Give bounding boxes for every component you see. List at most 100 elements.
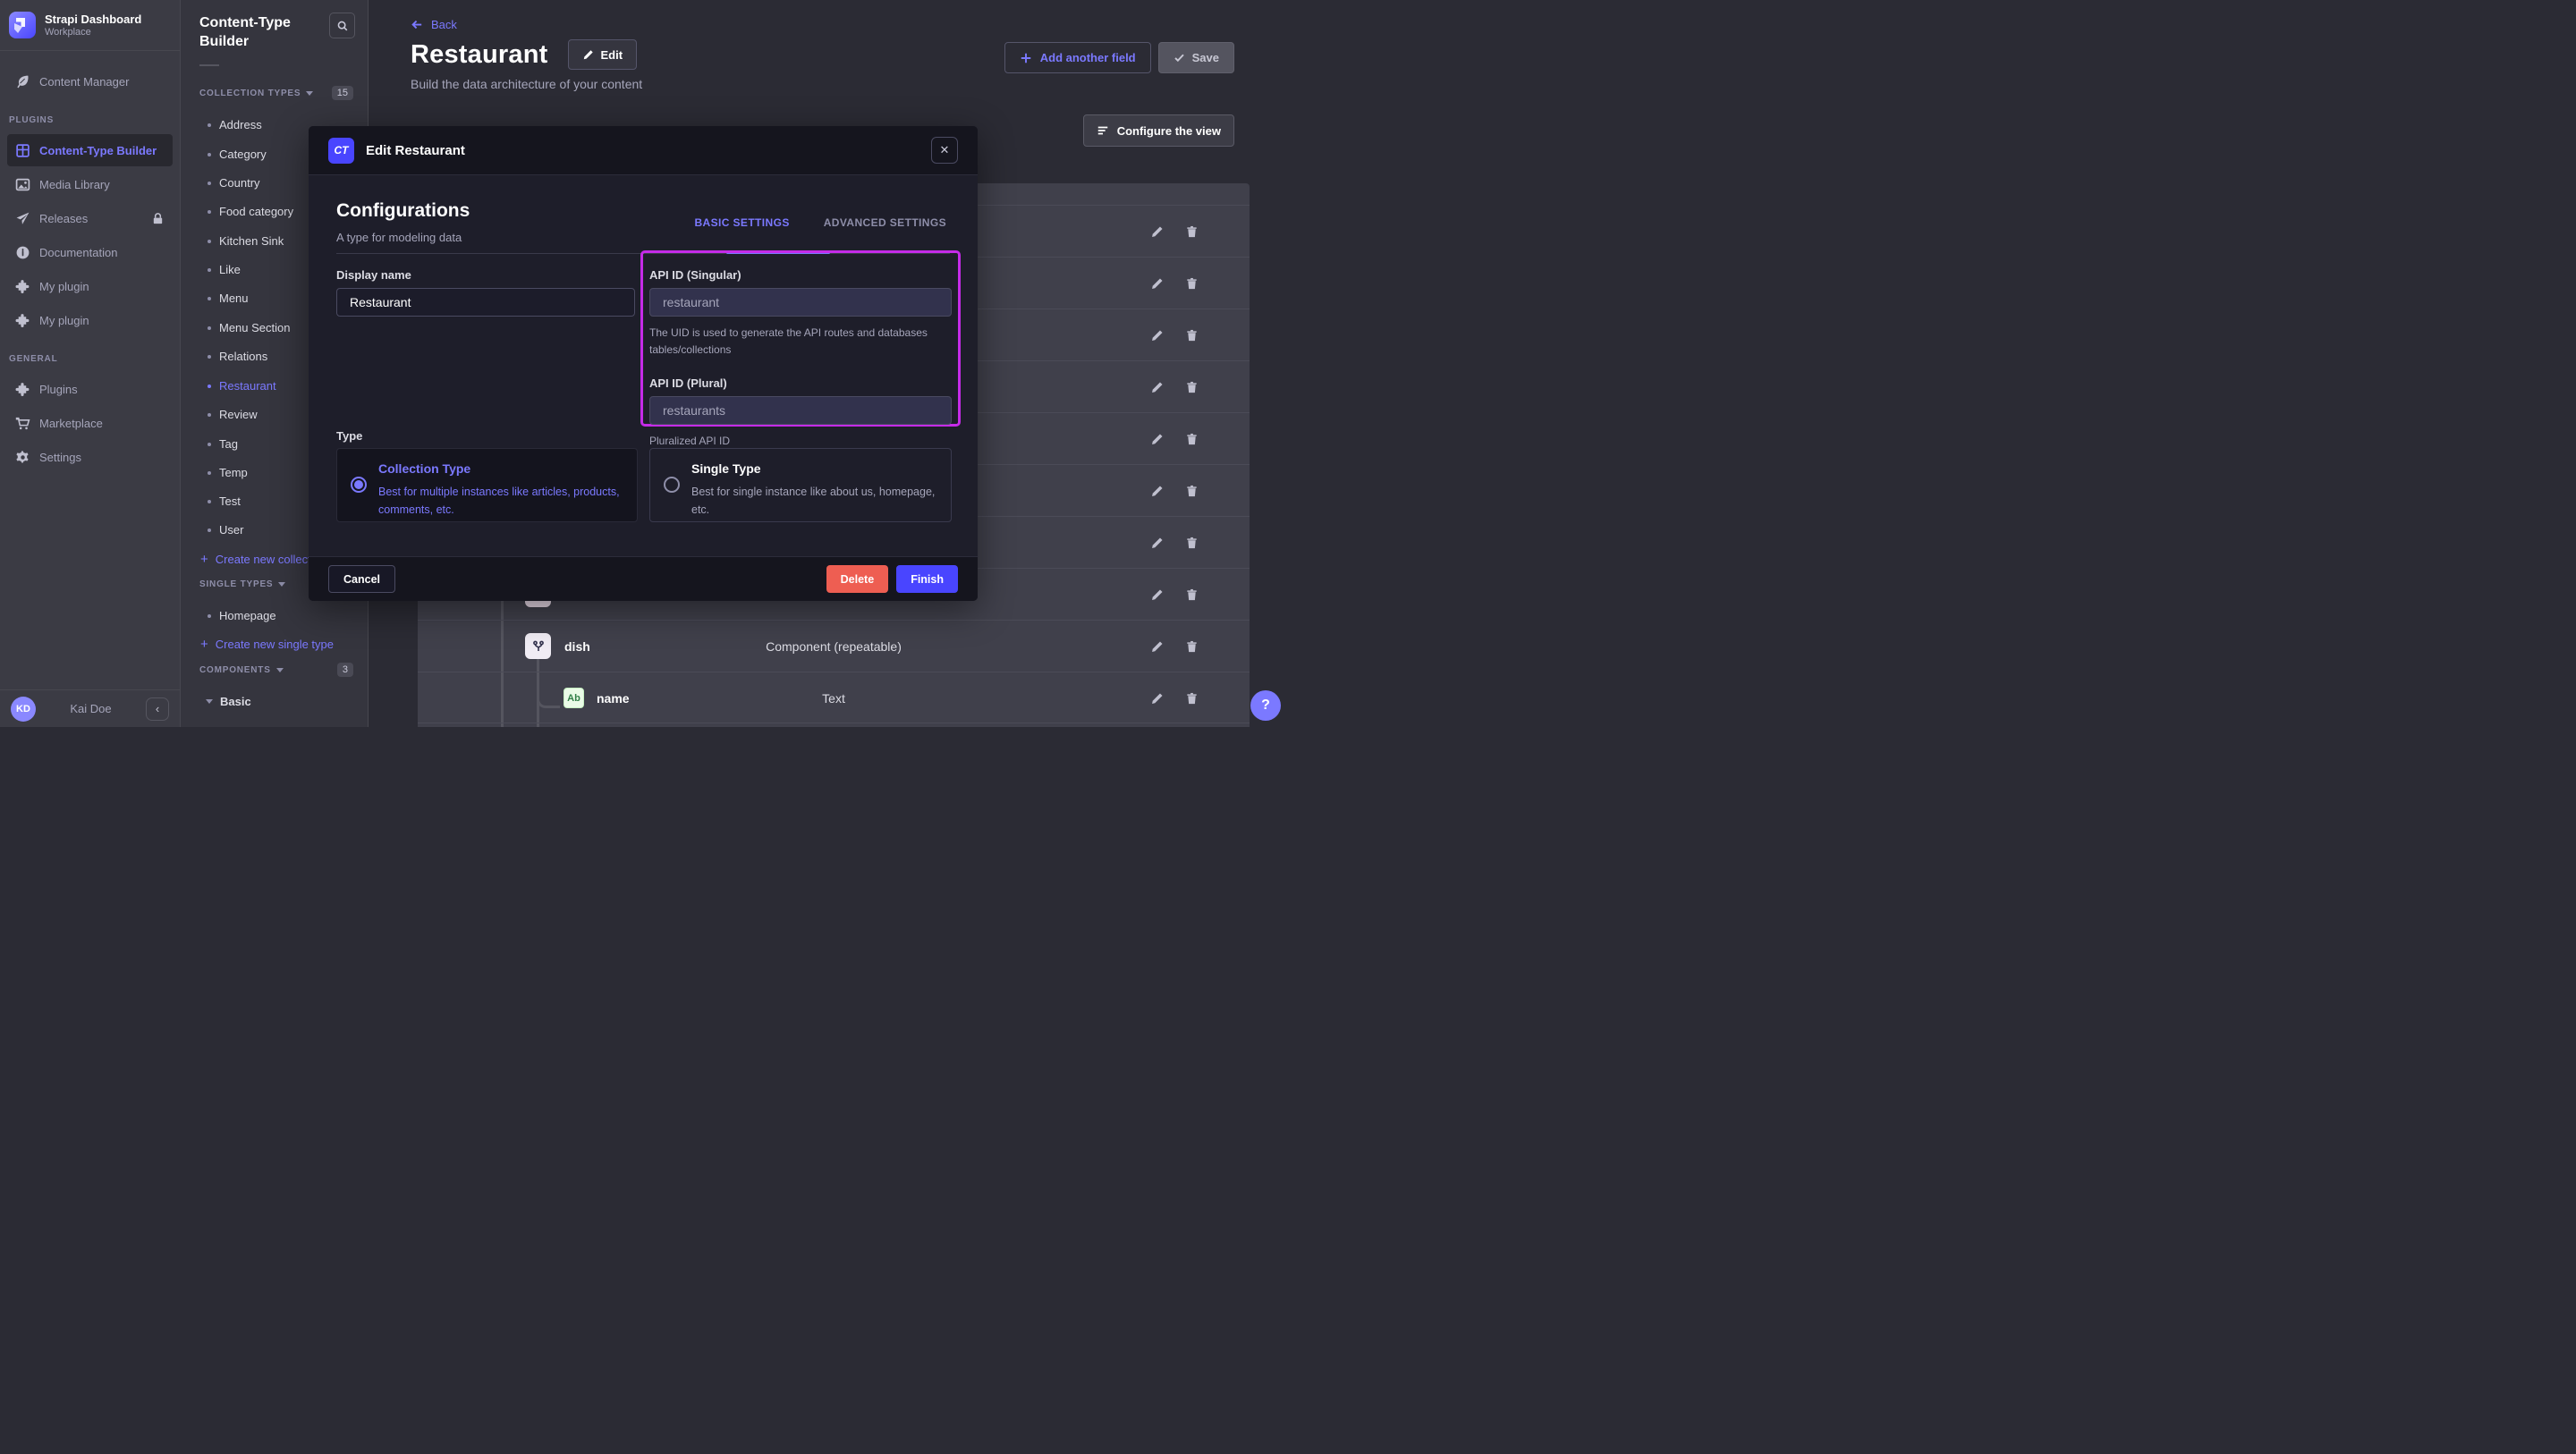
sidebar-item-content-manager[interactable]: Content Manager bbox=[7, 65, 173, 97]
item-label: User bbox=[219, 523, 243, 537]
delete-field-button[interactable] bbox=[1183, 690, 1200, 707]
avatar[interactable]: KD bbox=[11, 697, 36, 722]
workspace-switcher[interactable]: Strapi Dashboard Workplace bbox=[0, 0, 180, 50]
create-new-single-type-link[interactable]: +Create new single type bbox=[200, 637, 334, 652]
collection-type-item-tag[interactable]: Tag bbox=[208, 437, 238, 451]
collection-type-item-menu-section[interactable]: Menu Section bbox=[208, 321, 291, 334]
api-id-plural-input[interactable] bbox=[649, 396, 952, 425]
edit-field-button[interactable] bbox=[1148, 379, 1165, 396]
sidebar-item-plugins[interactable]: Plugins bbox=[7, 373, 173, 405]
delete-field-button[interactable] bbox=[1183, 587, 1200, 604]
collection-types-group[interactable]: COLLECTION TYPES bbox=[199, 89, 313, 98]
cancel-button[interactable]: Cancel bbox=[328, 565, 395, 593]
text-field-icon: Ab bbox=[564, 688, 584, 708]
api-id-singular-label: API ID (Singular) bbox=[649, 268, 952, 282]
help-button[interactable]: ? bbox=[1250, 690, 1281, 721]
collection-type-item-review[interactable]: Review bbox=[208, 408, 258, 421]
component-icon bbox=[525, 633, 551, 659]
sidebar-item-media-library[interactable]: Media Library bbox=[7, 168, 173, 200]
tab-advanced-settings[interactable]: ADVANCED SETTINGS bbox=[820, 216, 950, 229]
delete-field-button[interactable] bbox=[1183, 224, 1200, 241]
plus-icon: + bbox=[200, 552, 208, 567]
chevron-down-icon bbox=[306, 91, 313, 96]
collection-type-title: Collection Type bbox=[378, 461, 470, 476]
collection-type-option[interactable]: Collection Type Best for multiple instan… bbox=[336, 448, 638, 522]
collection-type-item-category[interactable]: Category bbox=[208, 148, 267, 161]
delete-field-button[interactable] bbox=[1183, 483, 1200, 500]
item-label: Menu Section bbox=[219, 321, 291, 334]
collection-type-item-like[interactable]: Like bbox=[208, 263, 241, 276]
components-group[interactable]: COMPONENTS bbox=[199, 665, 284, 675]
nav-section-label: PLUGINS bbox=[0, 99, 180, 132]
sidebar-item-releases[interactable]: Releases bbox=[7, 202, 173, 234]
single-type-option[interactable]: Single Type Best for single instance lik… bbox=[649, 448, 952, 522]
edit-field-button[interactable] bbox=[1148, 535, 1165, 552]
chevron-down-icon bbox=[276, 668, 284, 672]
api-id-plural-label: API ID (Plural) bbox=[649, 376, 952, 390]
chevron-down-icon bbox=[206, 699, 213, 704]
configure-view-button[interactable]: Configure the view bbox=[1083, 114, 1234, 147]
delete-field-button[interactable] bbox=[1183, 275, 1200, 292]
collection-type-item-user[interactable]: User bbox=[208, 523, 243, 537]
modal-header: CT Edit Restaurant ✕ bbox=[309, 126, 978, 175]
delete-button[interactable]: Delete bbox=[826, 565, 889, 593]
search-icon bbox=[336, 20, 349, 32]
edit-field-button[interactable] bbox=[1148, 327, 1165, 344]
finish-button[interactable]: Finish bbox=[896, 565, 958, 593]
edit-field-button[interactable] bbox=[1148, 275, 1165, 292]
radio-checked-icon[interactable] bbox=[351, 477, 367, 493]
display-name-input[interactable] bbox=[336, 288, 635, 317]
trash-icon bbox=[1185, 433, 1199, 446]
single-types-group[interactable]: SINGLE TYPES bbox=[199, 579, 285, 589]
edit-button[interactable]: Edit bbox=[568, 39, 638, 70]
bullet-icon bbox=[208, 123, 211, 127]
back-link[interactable]: Back bbox=[411, 18, 457, 31]
add-another-field-button[interactable]: Add another field bbox=[1004, 42, 1151, 73]
sidebar-item-documentation[interactable]: Documentation bbox=[7, 236, 173, 268]
trash-icon bbox=[1185, 277, 1199, 291]
tab-basic-settings[interactable]: BASIC SETTINGS bbox=[691, 216, 792, 229]
collection-type-item-homepage[interactable]: Homepage bbox=[208, 609, 276, 622]
sidebar-item-my-plugin[interactable]: My plugin bbox=[7, 304, 173, 336]
edit-field-button[interactable] bbox=[1148, 690, 1165, 707]
edit-field-button[interactable] bbox=[1148, 638, 1165, 655]
component-group-basic[interactable]: Basic bbox=[206, 695, 251, 708]
collection-type-item-menu[interactable]: Menu bbox=[208, 292, 249, 305]
pencil-icon bbox=[1150, 381, 1164, 394]
collection-type-item-relations[interactable]: Relations bbox=[208, 350, 267, 363]
collection-type-item-food-category[interactable]: Food category bbox=[208, 205, 293, 218]
api-id-singular-input[interactable] bbox=[649, 288, 952, 317]
collection-type-item-restaurant[interactable]: Restaurant bbox=[208, 379, 276, 393]
delete-field-button[interactable] bbox=[1183, 327, 1200, 344]
search-button[interactable] bbox=[329, 13, 355, 38]
close-icon[interactable]: ✕ bbox=[931, 137, 958, 164]
delete-field-button[interactable] bbox=[1183, 431, 1200, 448]
collection-type-item-country[interactable]: Country bbox=[208, 176, 260, 190]
sidebar-item-settings[interactable]: Settings bbox=[7, 441, 173, 473]
save-button[interactable]: Save bbox=[1158, 42, 1234, 73]
collection-type-desc: Best for multiple instances like article… bbox=[378, 483, 626, 519]
delete-field-button[interactable] bbox=[1183, 379, 1200, 396]
collection-type-item-temp[interactable]: Temp bbox=[208, 466, 248, 479]
gear-icon bbox=[15, 450, 30, 465]
delete-field-button[interactable] bbox=[1183, 535, 1200, 552]
sidebar-item-content-type-builder[interactable]: Content-Type Builder bbox=[7, 134, 173, 166]
collection-type-item-test[interactable]: Test bbox=[208, 495, 241, 508]
radio-unchecked-icon[interactable] bbox=[664, 477, 680, 493]
single-type-title: Single Type bbox=[691, 461, 761, 476]
paper-plane-icon bbox=[15, 211, 30, 226]
edit-field-button[interactable] bbox=[1148, 224, 1165, 241]
sidebar-item-my-plugin[interactable]: My plugin bbox=[7, 270, 173, 302]
row-actions bbox=[1148, 258, 1200, 309]
collection-type-item-address[interactable]: Address bbox=[208, 118, 262, 131]
collapse-sidebar-button[interactable]: ‹ bbox=[146, 697, 169, 721]
edit-field-button[interactable] bbox=[1148, 431, 1165, 448]
add-field-label: Add another field bbox=[1040, 51, 1136, 64]
collection-type-item-kitchen-sink[interactable]: Kitchen Sink bbox=[208, 234, 284, 248]
edit-field-button[interactable] bbox=[1148, 483, 1165, 500]
sidebar-item-marketplace[interactable]: Marketplace bbox=[7, 407, 173, 439]
bullet-icon bbox=[208, 182, 211, 185]
back-label: Back bbox=[431, 18, 457, 31]
delete-field-button[interactable] bbox=[1183, 638, 1200, 655]
edit-field-button[interactable] bbox=[1148, 587, 1165, 604]
